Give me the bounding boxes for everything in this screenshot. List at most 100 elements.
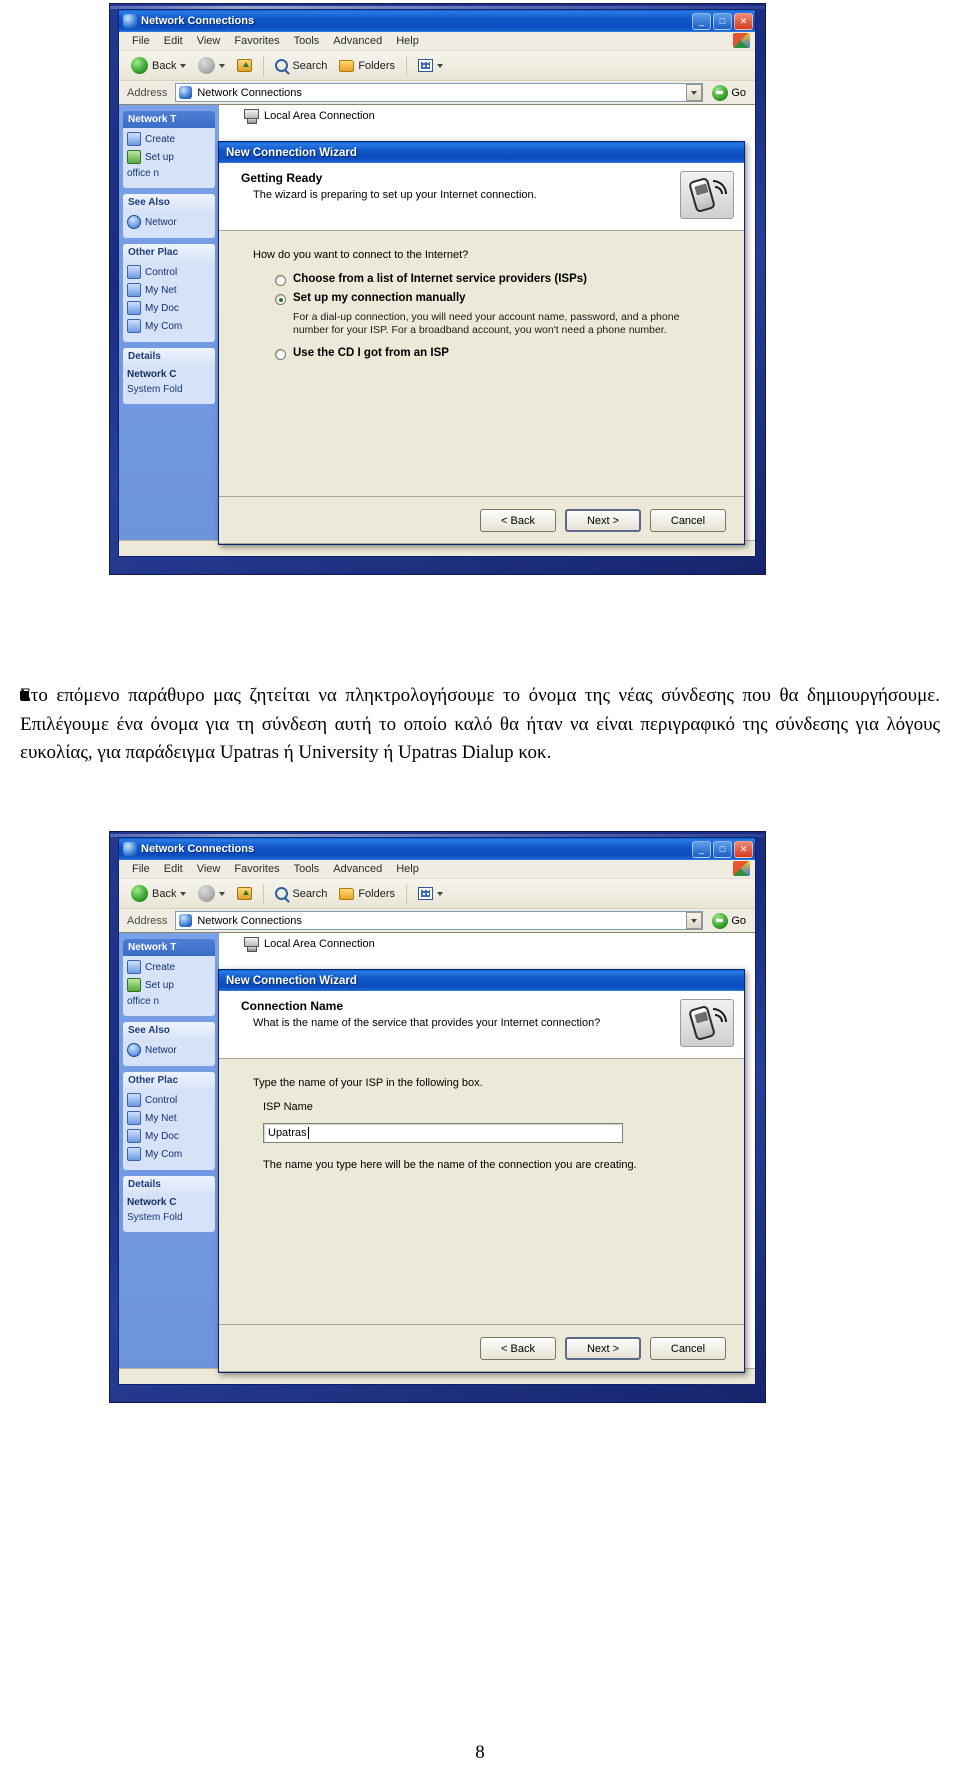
task-item-my-network-2[interactable]: My Net xyxy=(127,1111,211,1125)
task-item-my-computer-2[interactable]: My Com xyxy=(127,1147,211,1161)
go-button-2[interactable]: Go xyxy=(707,912,751,929)
task-item-setup-2[interactable]: Set up xyxy=(127,978,211,992)
menu-help-2[interactable]: Help xyxy=(389,863,426,875)
task-item-control-panel[interactable]: Control xyxy=(127,265,211,279)
menu-advanced-2[interactable]: Advanced xyxy=(326,863,389,875)
up-button-2[interactable] xyxy=(233,885,256,902)
folder-icon xyxy=(339,59,355,72)
task-item-my-computer[interactable]: My Com xyxy=(127,319,211,333)
folders-label: Folders xyxy=(358,59,396,72)
up-button[interactable] xyxy=(233,57,256,74)
search-button[interactable]: Search xyxy=(271,57,331,74)
chevron-down-icon-forward[interactable] xyxy=(219,63,226,68)
list-item-local-area-connection[interactable]: Local Area Connection xyxy=(243,109,375,124)
chevron-down-icon-views[interactable] xyxy=(437,63,444,68)
address-dropdown-button[interactable] xyxy=(686,84,703,101)
isp-name-input[interactable]: Upatras xyxy=(263,1123,623,1143)
menu-tools-2[interactable]: Tools xyxy=(287,863,327,875)
radio-button-icon-cd[interactable] xyxy=(275,348,286,360)
chevron-down-icon-views-2[interactable] xyxy=(437,891,444,896)
explorer-addressbar-2[interactable]: Address Network Connections Go xyxy=(119,909,755,933)
wizard-subheading: The wizard is preparing to set up your I… xyxy=(253,189,537,201)
task-item-setup[interactable]: Set up xyxy=(127,150,211,164)
radio-button-icon-manual[interactable] xyxy=(275,294,286,305)
cancel-button-wizard-2[interactable]: Cancel xyxy=(650,1337,726,1360)
forward-button-2[interactable] xyxy=(194,883,229,904)
menu-help[interactable]: Help xyxy=(389,35,426,47)
menu-view[interactable]: View xyxy=(190,35,228,47)
address-dropdown-button-2[interactable] xyxy=(686,912,703,929)
network-adapter-icon xyxy=(243,109,259,124)
task-item-my-documents-2[interactable]: My Doc xyxy=(127,1129,211,1143)
task-item-my-documents[interactable]: My Doc xyxy=(127,301,211,315)
task-item-create-label: Create xyxy=(145,133,176,145)
task-item-my-network[interactable]: My Net xyxy=(127,283,211,297)
wizard-footer: < Back Next > Cancel xyxy=(219,496,744,544)
radio-setup-manually[interactable]: Set up my connection manually xyxy=(275,292,720,305)
details-name-2: Network C xyxy=(127,1197,211,1208)
go-button[interactable]: Go xyxy=(707,84,751,101)
menu-favorites[interactable]: Favorites xyxy=(227,35,286,47)
next-button-wizard-2[interactable]: Next > xyxy=(565,1337,641,1360)
explorer-menubar[interactable]: File Edit View Favorites Tools Advanced … xyxy=(119,32,755,51)
menu-view-2[interactable]: View xyxy=(190,863,228,875)
close-button[interactable]: ✕ xyxy=(734,12,753,30)
explorer-menubar-2[interactable]: File Edit View Favorites Tools Advanced … xyxy=(119,860,755,879)
maximize-button-2[interactable]: □ xyxy=(713,840,732,858)
wizard-heading: Getting Ready xyxy=(241,171,323,185)
back-button[interactable]: Back xyxy=(127,55,190,76)
task-item-create-2[interactable]: Create xyxy=(127,960,211,974)
folders-button[interactable]: Folders xyxy=(335,58,399,74)
wizard-banner-icon-2 xyxy=(680,999,734,1047)
menu-edit-2[interactable]: Edit xyxy=(157,863,190,875)
address-input[interactable]: Network Connections xyxy=(175,83,704,102)
menu-advanced[interactable]: Advanced xyxy=(326,35,389,47)
chevron-down-icon-forward-2[interactable] xyxy=(219,891,226,896)
back-button-wizard-2[interactable]: < Back xyxy=(480,1337,556,1360)
radio-use-cd[interactable]: Use the CD I got from an ISP xyxy=(275,347,720,360)
list-item-local-area-connection-2[interactable]: Local Area Connection xyxy=(243,937,375,952)
menu-favorites-2[interactable]: Favorites xyxy=(227,863,286,875)
explorer-addressbar[interactable]: Address Network Connections Go xyxy=(119,81,755,105)
explorer-toolbar[interactable]: Back Search Folders xyxy=(119,51,755,81)
window-controls-2[interactable]: _ □ ✕ xyxy=(692,840,753,858)
radio-choose-isp-list[interactable]: Choose from a list of Internet service p… xyxy=(275,273,720,286)
back-button-wizard[interactable]: < Back xyxy=(480,509,556,532)
wizard-footer-2: < Back Next > Cancel xyxy=(219,1324,744,1372)
task-group-other-places-2: Other Plac Control My Net My Doc My Com xyxy=(123,1072,215,1170)
forward-button[interactable] xyxy=(194,55,229,76)
info-icon xyxy=(127,215,141,229)
network-globe-icon-address-2 xyxy=(179,914,193,927)
address-input-2[interactable]: Network Connections xyxy=(175,911,704,930)
back-button-2[interactable]: Back xyxy=(127,883,190,904)
menu-file-2[interactable]: File xyxy=(125,863,157,875)
window-controls[interactable]: _ □ ✕ xyxy=(692,12,753,30)
radio-button-icon-isp-list[interactable] xyxy=(275,275,286,286)
search-button-2[interactable]: Search xyxy=(271,885,331,902)
task-item-my-computer-label: My Com xyxy=(145,320,183,332)
task-item-control-panel-2[interactable]: Control xyxy=(127,1093,211,1107)
chevron-down-icon[interactable] xyxy=(180,63,187,68)
task-item-create[interactable]: Create xyxy=(127,132,211,146)
task-item-office[interactable]: office n xyxy=(127,168,211,179)
next-button-wizard[interactable]: Next > xyxy=(565,509,641,532)
task-group-details: Details Network C System Fold xyxy=(123,348,215,404)
minimize-button-2[interactable]: _ xyxy=(692,840,711,858)
maximize-button[interactable]: □ xyxy=(713,12,732,30)
views-button-2[interactable] xyxy=(414,885,447,902)
cancel-button-wizard[interactable]: Cancel xyxy=(650,509,726,532)
list-item-label-2: Local Area Connection xyxy=(264,938,375,950)
menu-edit[interactable]: Edit xyxy=(157,35,190,47)
network-adapter-icon-2 xyxy=(243,937,259,952)
close-button-2[interactable]: ✕ xyxy=(734,840,753,858)
minimize-button[interactable]: _ xyxy=(692,12,711,30)
task-item-network-troubleshooter[interactable]: Networ xyxy=(127,215,211,229)
folders-button-2[interactable]: Folders xyxy=(335,886,399,902)
views-button[interactable] xyxy=(414,57,447,74)
explorer-toolbar-2[interactable]: Back Search Folders xyxy=(119,879,755,909)
task-item-network-troubleshooter-2[interactable]: Networ xyxy=(127,1043,211,1057)
menu-tools[interactable]: Tools xyxy=(287,35,327,47)
task-item-office-2[interactable]: office n xyxy=(127,996,211,1007)
chevron-down-icon-2[interactable] xyxy=(180,891,187,896)
menu-file[interactable]: File xyxy=(125,35,157,47)
